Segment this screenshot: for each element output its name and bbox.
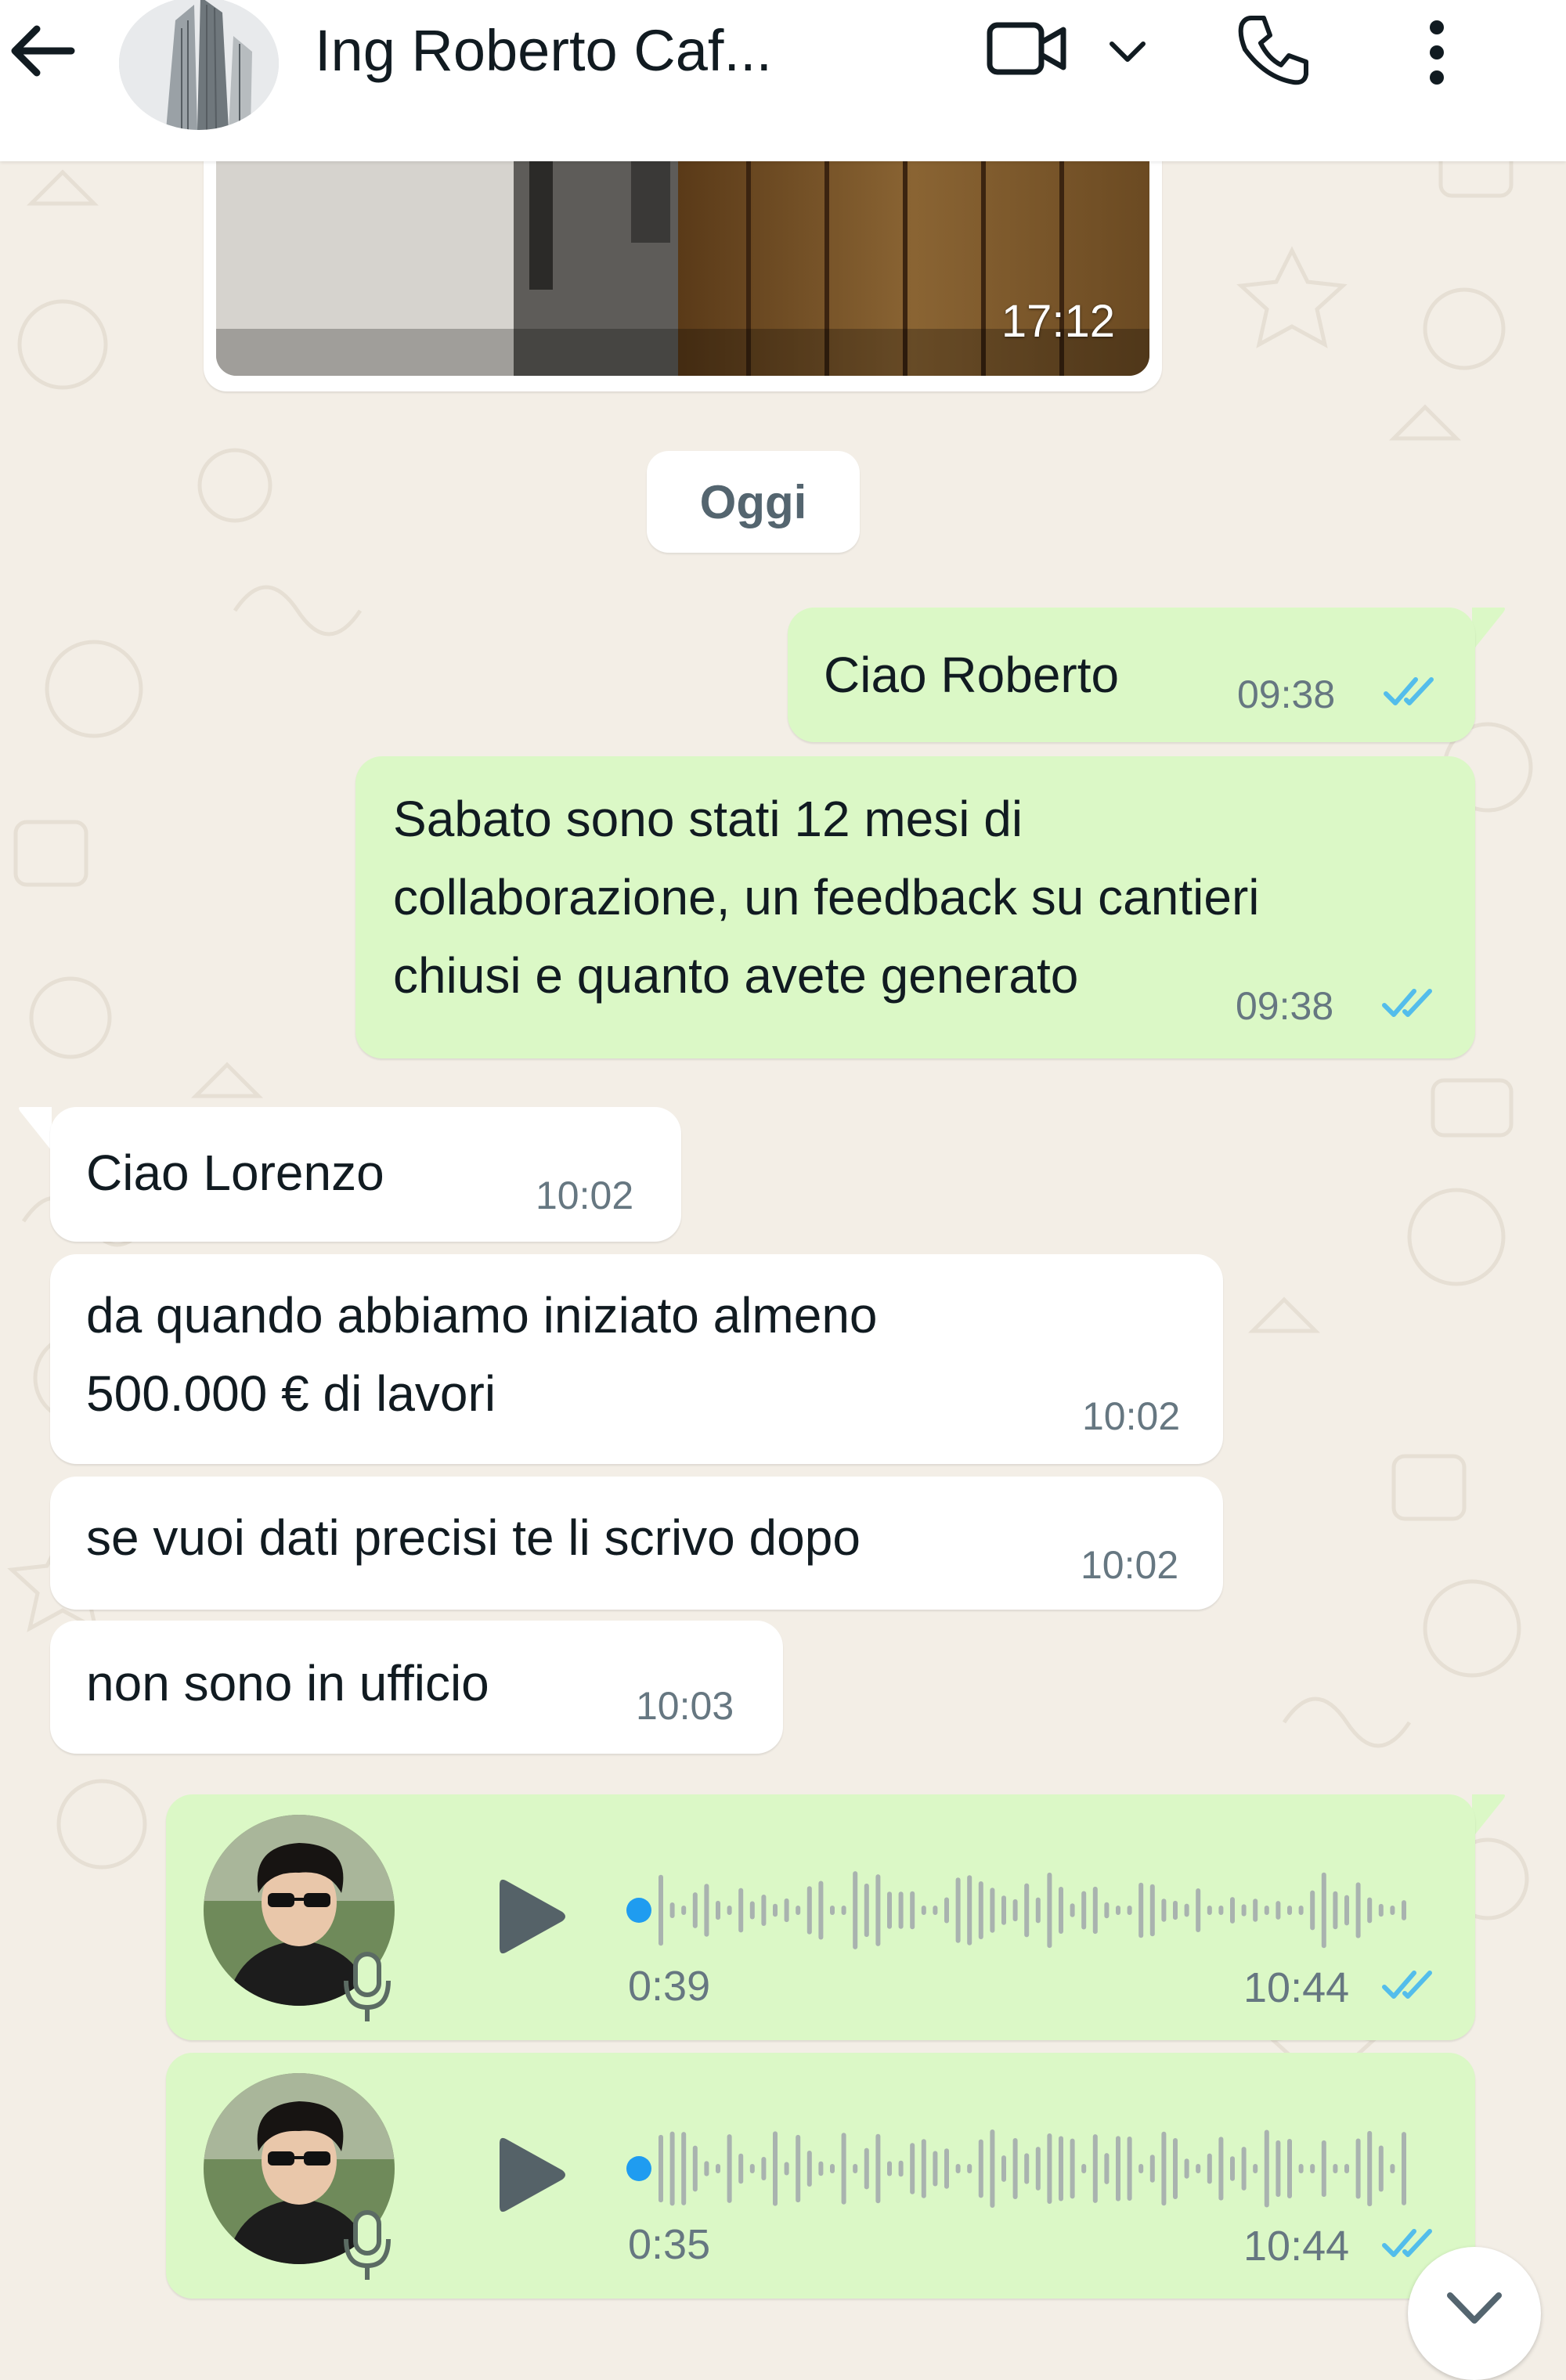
bubble-tail	[1472, 1794, 1505, 1838]
message-text-line-3: chiusi e quanto avete generato	[393, 947, 1079, 1004]
bubble-tail	[1472, 608, 1505, 651]
contact-avatar[interactable]	[119, 0, 279, 130]
message-time: 10:02	[1082, 1394, 1181, 1438]
back-button[interactable]	[0, 8, 86, 94]
more-vertical-icon	[1430, 20, 1444, 85]
voice-duration: 0:35	[628, 2221, 711, 2268]
contact-name[interactable]: Ing Roberto Caf...	[315, 17, 832, 84]
incoming-message[interactable]: se vuoi dati precisi te li scrivo dopo 1…	[50, 1477, 1223, 1610]
message-time: 10:02	[1081, 1543, 1179, 1587]
message-text: Ciao Lorenzo	[86, 1145, 384, 1201]
video-call-button[interactable]	[977, 9, 1079, 88]
play-button[interactable]	[487, 2128, 573, 2222]
outgoing-message[interactable]: Sabato sono stati 12 mesi di collaborazi…	[355, 756, 1475, 1058]
microphone-icon	[344, 2210, 391, 2280]
message-time: 10:44	[1243, 1964, 1350, 2011]
scroll-to-bottom-button[interactable]	[1408, 2247, 1541, 2380]
message-text-line-2: collaborazione, un feedback su cantieri	[393, 869, 1260, 925]
incoming-message[interactable]: Ciao Lorenzo 10:02	[50, 1107, 681, 1242]
message-time: 10:02	[536, 1174, 634, 1217]
building-photo	[119, 0, 279, 130]
read-receipt-icon	[1382, 2229, 1432, 2257]
video-options-button[interactable]	[1096, 20, 1159, 83]
message-time: 17:12	[1001, 296, 1115, 347]
phone-icon	[1238, 16, 1308, 85]
back-arrow-icon	[11, 25, 75, 77]
outgoing-message[interactable]: Ciao Roberto 09:38	[788, 608, 1475, 742]
message-time: 10:03	[636, 1684, 734, 1728]
message-text: Ciao Roberto	[824, 647, 1120, 703]
voice-message[interactable]: 0:39 10:44	[166, 1794, 1475, 2040]
chevron-down-icon	[1110, 41, 1146, 62]
message-time: 10:44	[1243, 2223, 1350, 2270]
incoming-message[interactable]: non sono in ufficio 10:03	[50, 1621, 783, 1754]
message-text-line-1: da quando abbiamo iniziato almeno	[86, 1287, 878, 1343]
message-text-line-2: 500.000 € di lavori	[86, 1365, 496, 1422]
message-text: non sono in ufficio	[86, 1655, 489, 1711]
incoming-message[interactable]: da quando abbiamo iniziato almeno 500.00…	[50, 1254, 1223, 1464]
voice-message[interactable]: 0:35 10:44	[166, 2053, 1475, 2299]
message-time: 09:38	[1237, 673, 1336, 716]
message-image[interactable]: 17:12	[216, 133, 1149, 376]
play-button[interactable]	[487, 1870, 573, 1964]
read-receipt-icon	[1384, 677, 1434, 705]
voice-duration: 0:39	[628, 1963, 711, 2010]
message-text: se vuoi dati precisi te li scrivo dopo	[86, 1509, 861, 1566]
video-call-icon	[987, 22, 1066, 75]
audio-waveform[interactable]	[625, 2129, 1423, 2208]
play-icon	[500, 1879, 565, 1954]
playback-position-dot[interactable]	[626, 2156, 651, 2181]
date-divider: Oggi	[647, 451, 860, 553]
audio-waveform[interactable]	[625, 1871, 1423, 1949]
microphone-icon	[344, 1952, 391, 2021]
message-time: 09:38	[1236, 984, 1334, 1028]
chevron-down-icon	[1447, 2292, 1502, 2324]
chat-header: Ing Roberto Caf...	[0, 0, 1566, 161]
read-receipt-icon	[1382, 1971, 1432, 1999]
message-text-line-1: Sabato sono stati 12 mesi di	[393, 791, 1023, 847]
image-message[interactable]: 17:12	[204, 133, 1162, 391]
voice-call-button[interactable]	[1226, 6, 1320, 92]
more-options-button[interactable]	[1409, 8, 1464, 94]
play-icon	[500, 2137, 565, 2212]
read-receipt-icon	[1382, 989, 1432, 1017]
bubble-tail	[19, 1107, 52, 1151]
playback-position-dot[interactable]	[626, 1898, 651, 1923]
